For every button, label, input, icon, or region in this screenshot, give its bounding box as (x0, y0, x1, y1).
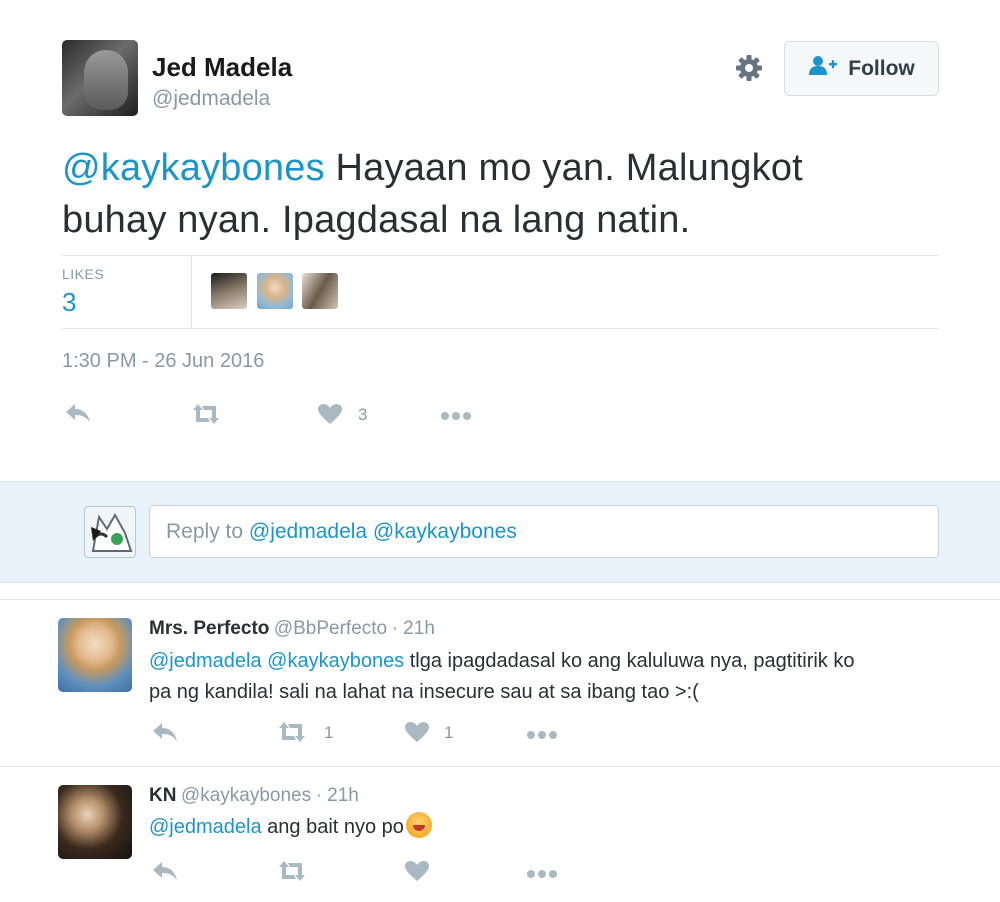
author-handle[interactable]: @jedmadela (152, 87, 270, 111)
add-user-icon (808, 55, 838, 82)
reply-header: Mrs. Perfecto @BbPerfecto · 21h (149, 618, 435, 640)
reply-icon[interactable] (64, 402, 92, 429)
retweet-icon[interactable] (276, 860, 308, 887)
heart-icon[interactable] (404, 721, 430, 748)
divider (62, 328, 939, 329)
more-icon[interactable] (526, 866, 558, 884)
stats-divider (191, 256, 192, 329)
reply-icon[interactable] (151, 721, 179, 748)
reply-placeholder-mentions: @jedmadela @kaykaybones (248, 520, 517, 543)
follow-label: Follow (848, 56, 915, 80)
likes-count[interactable]: 3 (62, 287, 76, 318)
reply-placeholder-prefix: Reply to (166, 520, 249, 543)
reply-header: KN @kaykaybones · 21h (149, 785, 359, 807)
reply-mention-links[interactable]: @jedmadela (149, 816, 262, 838)
retweet-icon[interactable] (190, 403, 222, 430)
more-icon[interactable] (440, 408, 472, 426)
heart-icon[interactable] (404, 860, 430, 887)
divider (62, 255, 939, 256)
tweet-text-line1: Hayaan mo yan. Malungkot (324, 147, 803, 189)
reply-author-handle[interactable]: @kaykaybones (181, 785, 311, 806)
reply-author-handle[interactable]: @BbPerfecto (274, 618, 387, 639)
reply-author-name[interactable]: KN (149, 785, 176, 806)
heart-icon[interactable] (317, 403, 343, 430)
reply-avatar[interactable] (58, 785, 132, 859)
gear-icon[interactable] (733, 52, 765, 84)
reply-input[interactable]: Reply to @jedmadela @kaykaybones (149, 505, 939, 558)
reply-text-line1: tlga ipagdadasal ko ang kaluluwa nya, pa… (404, 650, 855, 672)
reply-text-line1: ang bait nyo po (261, 816, 404, 838)
author-avatar[interactable] (62, 40, 138, 116)
reply-text-line2: pa ng kandila! sali na lahat na insecure… (149, 681, 699, 703)
follow-button[interactable]: Follow (784, 41, 939, 96)
reply-text: @jedmadela @kaykaybones tlga ipagdadasal… (149, 646, 949, 708)
author-display-name[interactable]: Jed Madela (152, 52, 292, 83)
reply-mention-links[interactable]: @jedmadela @kaykaybones (149, 650, 404, 672)
liker-avatar[interactable] (257, 273, 293, 309)
retweet-icon[interactable] (276, 721, 308, 748)
divider (0, 599, 1000, 600)
reply-time[interactable]: · 21h (392, 618, 435, 639)
my-avatar (84, 506, 136, 558)
like-count: 1 (444, 723, 454, 742)
tweet-text: @kaykaybones Hayaan mo yan. Malungkot bu… (62, 142, 942, 246)
reply-time[interactable]: · 21h (316, 785, 359, 806)
reply-text: @jedmadela ang bait nyo po (149, 812, 949, 843)
likes-label: LIKES (62, 266, 105, 282)
reply-author-name[interactable]: Mrs. Perfecto (149, 618, 269, 639)
divider (0, 766, 1000, 767)
reply-icon[interactable] (151, 860, 179, 887)
smiling-face-with-heart-eyes-icon (405, 812, 432, 838)
reply-avatar[interactable] (58, 618, 132, 692)
more-icon[interactable] (526, 727, 558, 745)
retweet-count: 1 (324, 723, 334, 742)
tweet-mention-link[interactable]: @kaykaybones (62, 147, 325, 189)
liker-avatar[interactable] (211, 273, 247, 309)
like-count: 3 (358, 405, 368, 424)
liker-avatar[interactable] (302, 273, 338, 309)
tweet-text-line2: buhay nyan. Ipagdasal na lang natin. (62, 199, 691, 241)
tweet-timestamp[interactable]: 1:30 PM - 26 Jun 2016 (62, 350, 264, 373)
